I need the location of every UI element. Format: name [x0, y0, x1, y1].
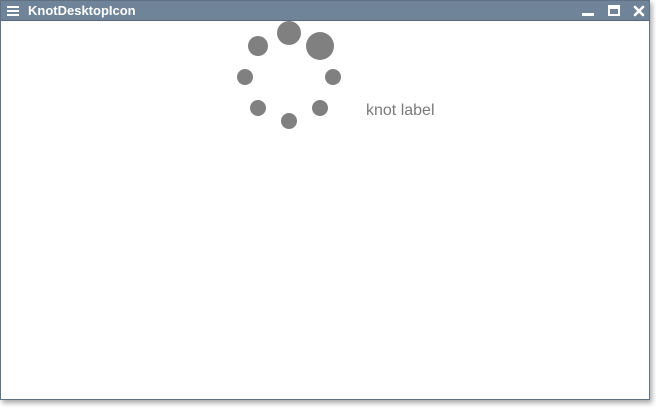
window-titlebar[interactable]: KnotDesktopIcon — [1, 1, 649, 21]
window-title: KnotDesktopIcon — [28, 3, 136, 18]
close-icon[interactable] — [632, 4, 646, 18]
hamburger-menu-icon[interactable] — [7, 6, 19, 16]
maximize-icon[interactable] — [607, 4, 621, 18]
spinner-dot — [248, 36, 268, 56]
spinner-dot — [237, 69, 253, 85]
spinner-dot — [250, 100, 266, 116]
spinner-dot — [325, 69, 341, 85]
spinner-dot — [306, 32, 334, 60]
spinner-dot — [312, 100, 328, 116]
spinner-dot — [277, 21, 301, 45]
knot-desktop-window: KnotDesktopIcon knot label — [0, 0, 650, 400]
loading-spinner-icon[interactable] — [231, 21, 347, 137]
minimize-icon[interactable] — [581, 4, 595, 18]
spinner-dot — [281, 113, 297, 129]
knot-label: knot label — [366, 102, 435, 119]
window-content: knot label — [1, 21, 649, 399]
